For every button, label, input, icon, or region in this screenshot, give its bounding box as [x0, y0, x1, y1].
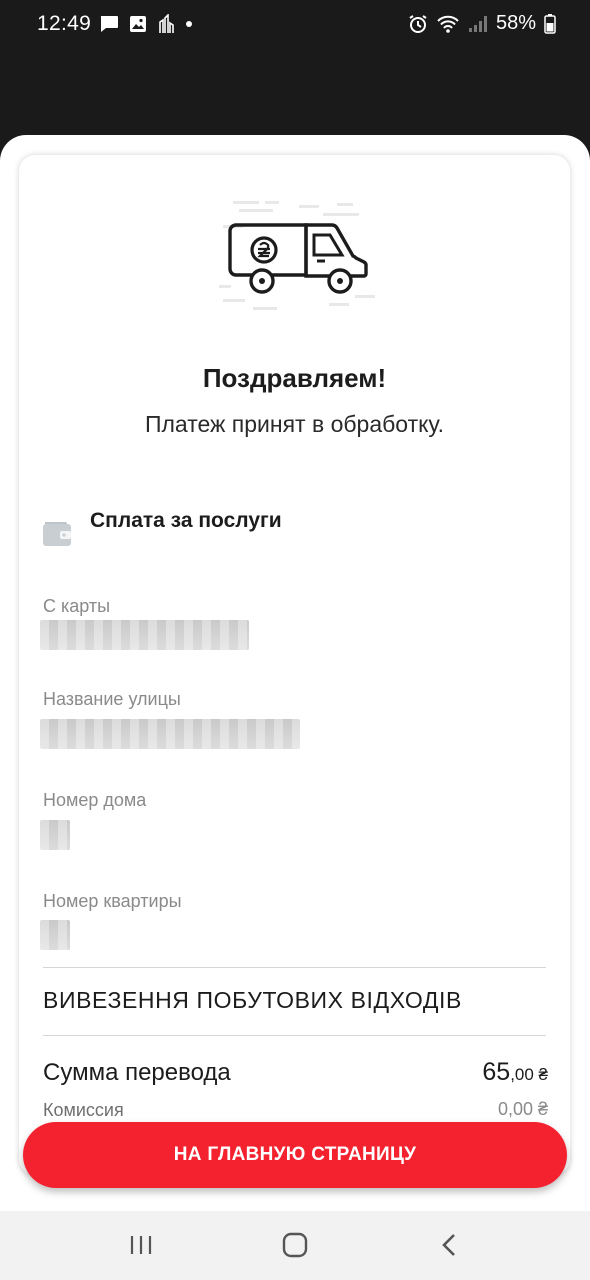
- divider: [43, 1035, 546, 1036]
- amount-label: Сумма перевода: [43, 1059, 231, 1086]
- alarm-icon: [408, 14, 428, 34]
- back-icon[interactable]: [438, 1231, 462, 1264]
- dot-icon: [185, 20, 193, 28]
- card-label: С карты: [43, 596, 111, 616]
- battery-icon: [544, 13, 556, 34]
- fee-value: 0,00 ₴: [497, 1099, 548, 1119]
- service-name: Сплата за послуги: [90, 509, 282, 532]
- success-title: Поздравляем!: [202, 363, 387, 393]
- gallery-icon: [129, 15, 147, 33]
- house-value-redacted: [40, 820, 70, 850]
- status-time: 12:49: [37, 12, 92, 35]
- street-value-redacted: [40, 719, 300, 749]
- amount-value: 65,00 ₴: [482, 1058, 548, 1087]
- wallet-icon: [41, 516, 73, 548]
- go-home-button[interactable]: НА ГЛАВНУЮ СТРАНИЦУ: [23, 1122, 567, 1188]
- receipt-card: Поздравляем! Платеж принят в обработку. …: [19, 155, 570, 1175]
- result-sheet: Поздравляем! Платеж принят в обработку. …: [0, 135, 590, 1280]
- battery-percent: 58%: [495, 12, 536, 34]
- apartment-label: Номер квартиры: [43, 891, 182, 911]
- home-icon[interactable]: [281, 1231, 309, 1264]
- recent-apps-icon[interactable]: [128, 1231, 154, 1264]
- street-label: Название улицы: [43, 689, 181, 709]
- signal-icon: [468, 15, 488, 33]
- apartment-value-redacted: [40, 920, 70, 950]
- wifi-icon: [436, 14, 460, 34]
- amount-decimal: ,00 ₴: [510, 1065, 548, 1084]
- system-icons: 58%: [408, 12, 556, 35]
- message-icon: [99, 15, 119, 33]
- notification-icons: [99, 14, 193, 34]
- status-bar: 12:49 58%: [0, 0, 590, 48]
- provider-name: ВИВЕЗЕННЯ ПОБУТОВИХ ВІДХОДІВ: [43, 987, 462, 1013]
- fee-label: Комиссия: [43, 1100, 124, 1120]
- money-van-icon: [219, 195, 379, 315]
- divider: [43, 967, 546, 968]
- system-nav-bar: [0, 1211, 590, 1280]
- amount-integer: 65: [482, 1058, 511, 1086]
- card-value-redacted: [40, 620, 249, 650]
- house-label: Номер дома: [43, 790, 147, 810]
- app-notification-icon: [157, 14, 175, 34]
- success-subtitle: Платеж принят в обработку.: [144, 411, 445, 437]
